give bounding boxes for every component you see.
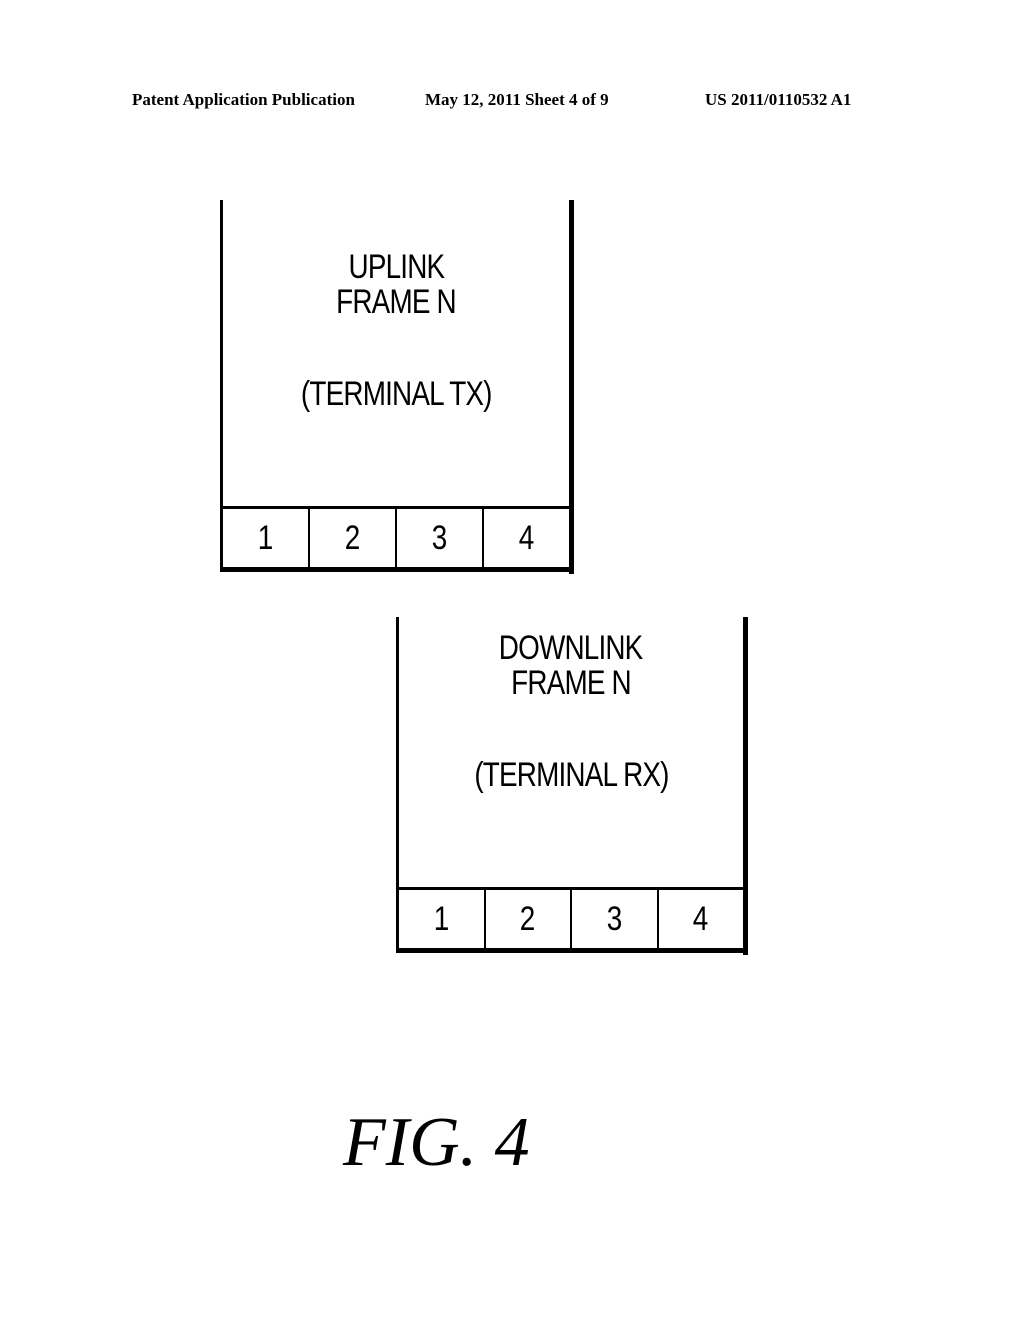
frame-subtitle: (TERMINAL TX) (300, 375, 493, 413)
frame-title-line2: FRAME N (511, 664, 632, 702)
time-slot-2: 2 (486, 890, 572, 948)
time-slot-1: 1 (399, 890, 486, 948)
figure-caption: FIG. 4 (343, 1104, 530, 1181)
frame-title-line2: FRAME N (336, 283, 457, 321)
header-publication-type: Patent Application Publication (132, 90, 355, 109)
time-slot-1: 1 (223, 509, 310, 567)
time-slot-4: 4 (692, 899, 709, 938)
frame-bottom-edge (396, 948, 748, 953)
downlink-frame: DOWNLINK FRAME N (TERMINAL RX) 1 2 3 4 (396, 617, 752, 955)
time-slot-2: 2 (310, 509, 397, 567)
time-slot-4: 4 (518, 518, 535, 557)
time-slot-row: 1 2 3 4 (399, 887, 743, 948)
frame-title-line1: DOWNLINK (499, 629, 644, 667)
frame-bottom-edge (220, 567, 574, 572)
frame-title-line1: UPLINK (348, 248, 445, 286)
time-slot-row: 1 2 3 4 (223, 506, 569, 567)
header-date-sheet: May 12, 2011 Sheet 4 of 9 (425, 90, 609, 109)
header-patent-number: US 2011/0110532 A1 (705, 90, 852, 109)
uplink-frame: UPLINK FRAME N (TERMINAL TX) 1 2 3 4 (220, 200, 578, 574)
time-slot-3: 3 (572, 890, 659, 948)
time-slot-3: 3 (397, 509, 484, 567)
frame-subtitle: (TERMINAL RX) (473, 756, 669, 794)
